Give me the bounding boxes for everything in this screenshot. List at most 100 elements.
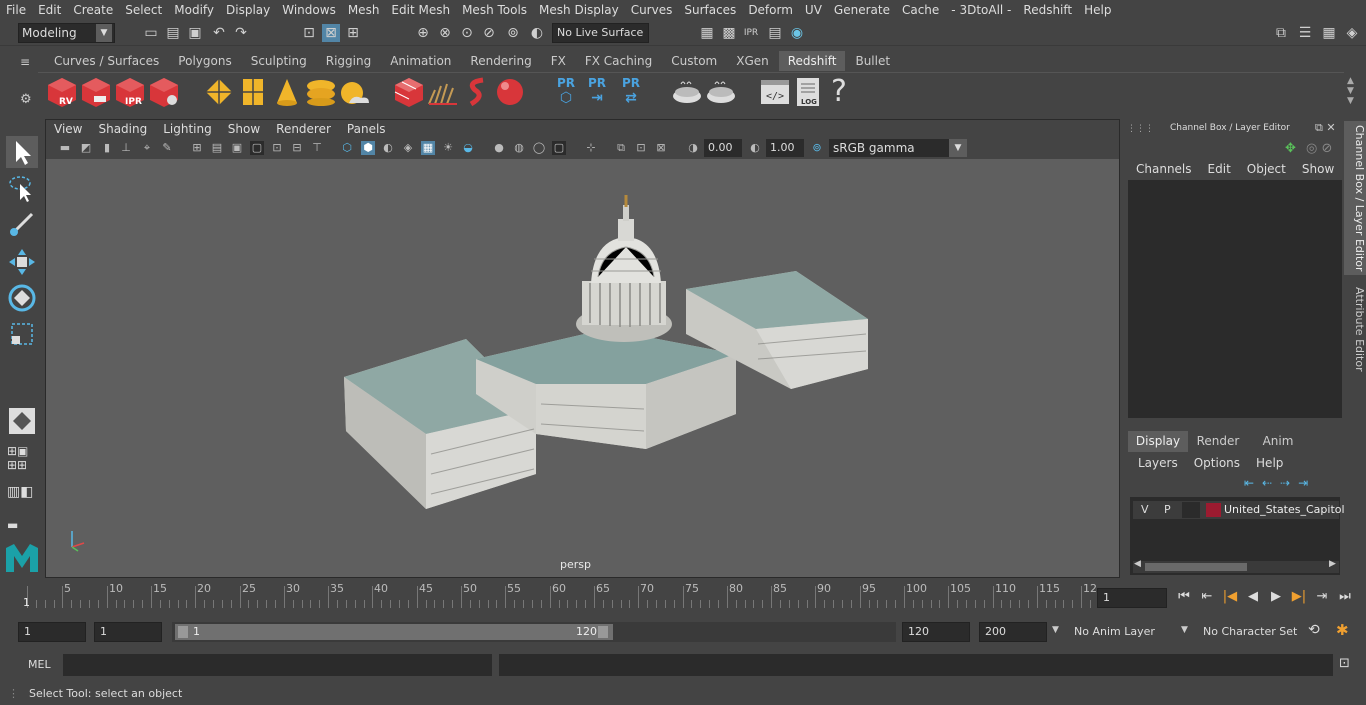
layout-single-icon[interactable]: ⊞▣ ⊞⊞: [7, 444, 28, 472]
layer-menu-options[interactable]: Options: [1186, 454, 1248, 472]
range-slider-handle[interactable]: [175, 624, 613, 640]
texture-cube-icon[interactable]: [393, 76, 425, 108]
grease-pencil-icon[interactable]: ✎: [160, 141, 174, 155]
layer-reference-toggle[interactable]: [1182, 502, 1200, 518]
lights-icon[interactable]: ☀: [441, 141, 455, 155]
pr-export-button[interactable]: PR ⇥: [584, 76, 610, 110]
scale-tool-icon[interactable]: [6, 318, 38, 350]
menu-redshift[interactable]: Redshift: [1017, 3, 1078, 17]
shelf-menu-icon[interactable]: ≡: [20, 55, 30, 69]
color-space-dropdown[interactable]: sRGB gamma ▼: [829, 139, 967, 157]
move-tool-icon[interactable]: [6, 246, 38, 278]
tab-polygons[interactable]: Polygons: [169, 51, 241, 71]
tab-layer-display[interactable]: Display: [1128, 431, 1188, 452]
capitol-building-model[interactable]: [46, 159, 1119, 577]
step-back-key-icon[interactable]: |◀: [1221, 588, 1239, 606]
tab-custom[interactable]: Custom: [662, 51, 727, 71]
menu-display[interactable]: Display: [220, 3, 276, 17]
menu-help[interactable]: Help: [1078, 3, 1117, 17]
pr-import-button[interactable]: PR ⬡: [553, 76, 579, 110]
select-tool-icon[interactable]: [6, 136, 38, 168]
menu-surfaces[interactable]: Surfaces: [678, 3, 742, 17]
gamma-icon[interactable]: ◐: [748, 141, 762, 155]
go-to-end-icon[interactable]: ⏭: [1336, 588, 1354, 606]
soft-select-icon[interactable]: [6, 405, 38, 437]
range-start-grip[interactable]: [178, 626, 188, 638]
chevron-down-icon[interactable]: ▼: [1052, 625, 1059, 635]
viewport-menu-shading[interactable]: Shading: [90, 122, 155, 136]
anti-alias-icon[interactable]: ◯: [532, 141, 546, 155]
select-object-icon[interactable]: ⊠: [322, 24, 340, 42]
play-forwards-icon[interactable]: ▶: [1267, 588, 1285, 606]
bake-set-icon[interactable]: [705, 76, 737, 108]
tab-fx[interactable]: FX: [541, 51, 575, 71]
ipr-cube-icon[interactable]: IPR: [114, 76, 146, 108]
menu-modify[interactable]: Modify: [168, 3, 220, 17]
proxy-icon[interactable]: [203, 76, 235, 108]
3d-viewport[interactable]: [46, 159, 1119, 577]
curve-mesh-icon[interactable]: [461, 76, 493, 108]
tab-layer-anim[interactable]: Anim: [1248, 431, 1308, 452]
bake-pie-icon[interactable]: [671, 76, 703, 108]
area-light-icon[interactable]: [237, 76, 269, 108]
command-input[interactable]: [63, 654, 492, 676]
layer-playback-toggle[interactable]: P: [1164, 503, 1171, 516]
layer-color-swatch[interactable]: [1206, 503, 1221, 517]
xray-joints-icon[interactable]: ⊡: [634, 141, 648, 155]
lasso-tool-icon[interactable]: [6, 172, 38, 204]
tab-xgen[interactable]: XGen: [727, 51, 778, 71]
playback-start-field[interactable]: 1: [94, 622, 162, 642]
playback-end-field[interactable]: 120: [902, 622, 970, 642]
channel-box-menu-object[interactable]: Object: [1239, 160, 1294, 180]
camera-select-icon[interactable]: ▬: [58, 141, 72, 155]
tab-channel-box[interactable]: Channel Box / Layer Editor: [1344, 121, 1366, 275]
camera-attrs-icon[interactable]: ◩: [79, 141, 93, 155]
rotate-tool-icon[interactable]: [6, 282, 38, 314]
save-scene-icon[interactable]: ▣: [186, 24, 204, 42]
layer-scrollbar[interactable]: ◀ ▶: [1133, 559, 1339, 573]
grid-icon[interactable]: ⊞: [190, 141, 204, 155]
workspace-icon[interactable]: ⧉: [1272, 24, 1290, 42]
exposure-icon[interactable]: ◑: [686, 141, 700, 155]
snap-curve-icon[interactable]: ⊗: [436, 24, 454, 42]
new-scene-icon[interactable]: ▭: [142, 24, 160, 42]
menu-edit-mesh[interactable]: Edit Mesh: [385, 3, 456, 17]
tab-redshift[interactable]: Redshift: [778, 51, 846, 71]
render-settings-cube-icon[interactable]: [148, 76, 180, 108]
menu-generate[interactable]: Generate: [828, 3, 896, 17]
tab-fx-caching[interactable]: FX Caching: [575, 51, 662, 71]
tab-rendering[interactable]: Rendering: [461, 51, 541, 71]
tab-curves-surfaces[interactable]: Curves / Surfaces: [45, 51, 169, 71]
shelf-scroll-icon[interactable]: ▲ ▼ ▼: [1347, 76, 1354, 106]
menu-select[interactable]: Select: [119, 3, 168, 17]
textured-icon[interactable]: ▦: [421, 141, 435, 155]
redo-icon[interactable]: ↷: [232, 24, 250, 42]
snap-view-icon[interactable]: ⊘: [480, 24, 498, 42]
snap-point-icon[interactable]: ⊙: [458, 24, 476, 42]
channel-box-menu-channels[interactable]: Channels: [1128, 160, 1200, 180]
viewport-menu-lighting[interactable]: Lighting: [155, 122, 220, 136]
outliner-toggle-icon[interactable]: ▬: [7, 518, 18, 532]
xray-icon[interactable]: ⧉: [614, 141, 628, 155]
end-time-field[interactable]: 200: [979, 622, 1047, 642]
step-forward-icon[interactable]: ⇥: [1313, 588, 1331, 606]
gamma-field[interactable]: 1.00: [766, 139, 804, 157]
manipulator-icon[interactable]: ✥: [1285, 141, 1296, 156]
tab-layer-render[interactable]: Render: [1188, 431, 1248, 452]
command-language-label[interactable]: MEL: [28, 658, 51, 671]
menu-windows[interactable]: Windows: [276, 3, 342, 17]
channel-sync-icon[interactable]: ◎ ⊘: [1306, 141, 1332, 156]
resolution-gate-icon[interactable]: ▣: [230, 141, 244, 155]
step-back-icon[interactable]: ⇤: [1198, 588, 1216, 606]
tab-attribute-editor[interactable]: Attribute Editor: [1344, 282, 1366, 376]
paint-select-tool-icon[interactable]: [6, 208, 38, 240]
field-chart-icon[interactable]: ⊡: [270, 141, 284, 155]
use-default-material-icon[interactable]: ◐: [381, 141, 395, 155]
mode-selector[interactable]: Modeling ▼: [18, 23, 115, 43]
tab-animation[interactable]: Animation: [381, 51, 461, 71]
menu-curves[interactable]: Curves: [625, 3, 679, 17]
spot-light-icon[interactable]: [271, 76, 303, 108]
channel-box-menu-edit[interactable]: Edit: [1200, 160, 1239, 180]
snap-surface-icon[interactable]: ⊚: [504, 24, 522, 42]
image-plane-icon[interactable]: ⊥: [119, 141, 133, 155]
